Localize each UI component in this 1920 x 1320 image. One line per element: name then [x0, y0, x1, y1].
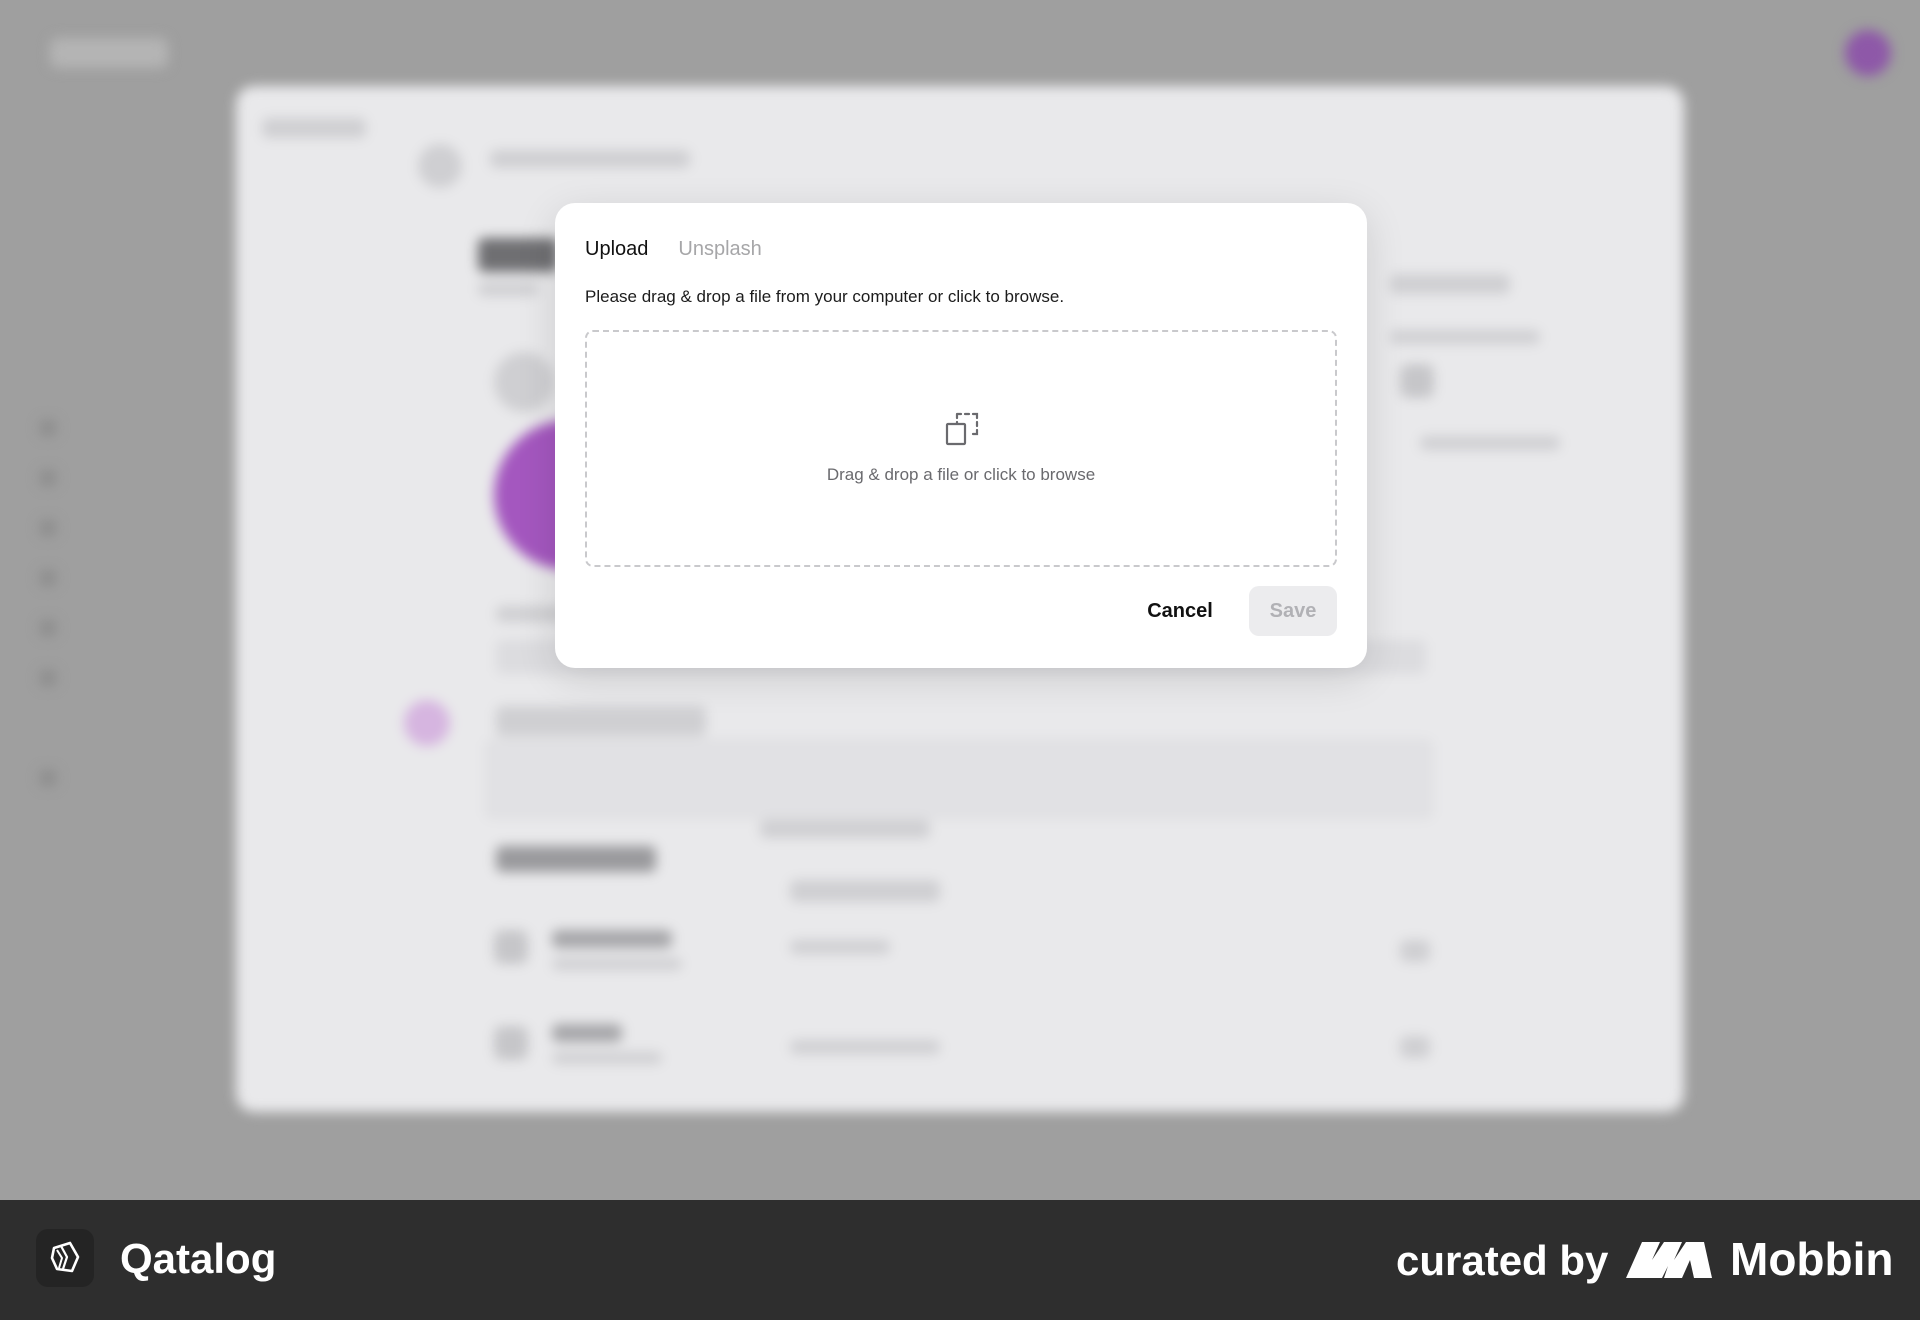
background-sidebar-icon [40, 570, 56, 586]
save-button[interactable]: Save [1249, 586, 1337, 636]
upload-instruction: Please drag & drop a file from your comp… [585, 287, 1065, 306]
background-bar [262, 118, 366, 138]
background-sidebar-icon [40, 770, 56, 786]
background-bar [478, 282, 538, 296]
image-placeholder-icon [945, 412, 979, 446]
background-bar [490, 150, 690, 168]
background-bar [1390, 330, 1540, 344]
background-bar [552, 1024, 622, 1042]
background-bar [790, 940, 890, 954]
background-sidebar-icon [40, 420, 56, 436]
background-bar [760, 820, 930, 838]
background-bar [1400, 940, 1430, 962]
file-dropzone[interactable]: Drag & drop a file or click to browse [585, 330, 1337, 567]
app-root: Upload Unsplash Please drag & drop a fil… [0, 0, 1920, 1320]
brand-name: Qatalog [120, 1235, 277, 1282]
background-bar [496, 706, 706, 736]
curator-name: Mobbin [1730, 1233, 1894, 1285]
background-sidebar-icon [40, 520, 56, 536]
footer-bar: Qatalog curated by Mobbin [0, 1200, 1920, 1320]
background-icon [494, 1026, 528, 1060]
mobbin-logo-icon [1626, 1242, 1712, 1278]
background-bar [404, 700, 450, 746]
background-bar [418, 144, 462, 188]
background-sidebar-icon [40, 670, 56, 686]
background-bar [496, 846, 656, 872]
background-icon [494, 930, 528, 964]
dropzone-label: Drag & drop a file or click to browse [826, 465, 1096, 484]
background-bar [1420, 436, 1560, 450]
background-avatar [1845, 30, 1891, 76]
background-bar [478, 238, 558, 272]
tab-unsplash[interactable]: Unsplash [678, 233, 761, 265]
background-workspace-pill [50, 38, 168, 68]
background-bar [552, 958, 682, 970]
background-bar [486, 740, 1432, 818]
background-bar [1390, 274, 1510, 294]
qatalog-logo-icon [36, 1229, 94, 1287]
curated-by-label: curated by [1396, 1237, 1609, 1284]
cancel-button[interactable]: Cancel [1125, 586, 1235, 636]
background-bar [790, 880, 940, 902]
tab-upload[interactable]: Upload [585, 233, 648, 265]
background-bar [552, 930, 672, 948]
modal-tabs: Upload Unsplash [585, 233, 762, 265]
background-bar [1400, 1036, 1430, 1058]
background-bar [790, 1040, 940, 1054]
upload-image-modal: Upload Unsplash Please drag & drop a fil… [555, 203, 1367, 668]
background-icon [1400, 364, 1434, 398]
background-sidebar-icon [40, 620, 56, 636]
background-bar [494, 352, 554, 412]
background-bar [552, 1052, 662, 1064]
background-sidebar-icon [40, 470, 56, 486]
